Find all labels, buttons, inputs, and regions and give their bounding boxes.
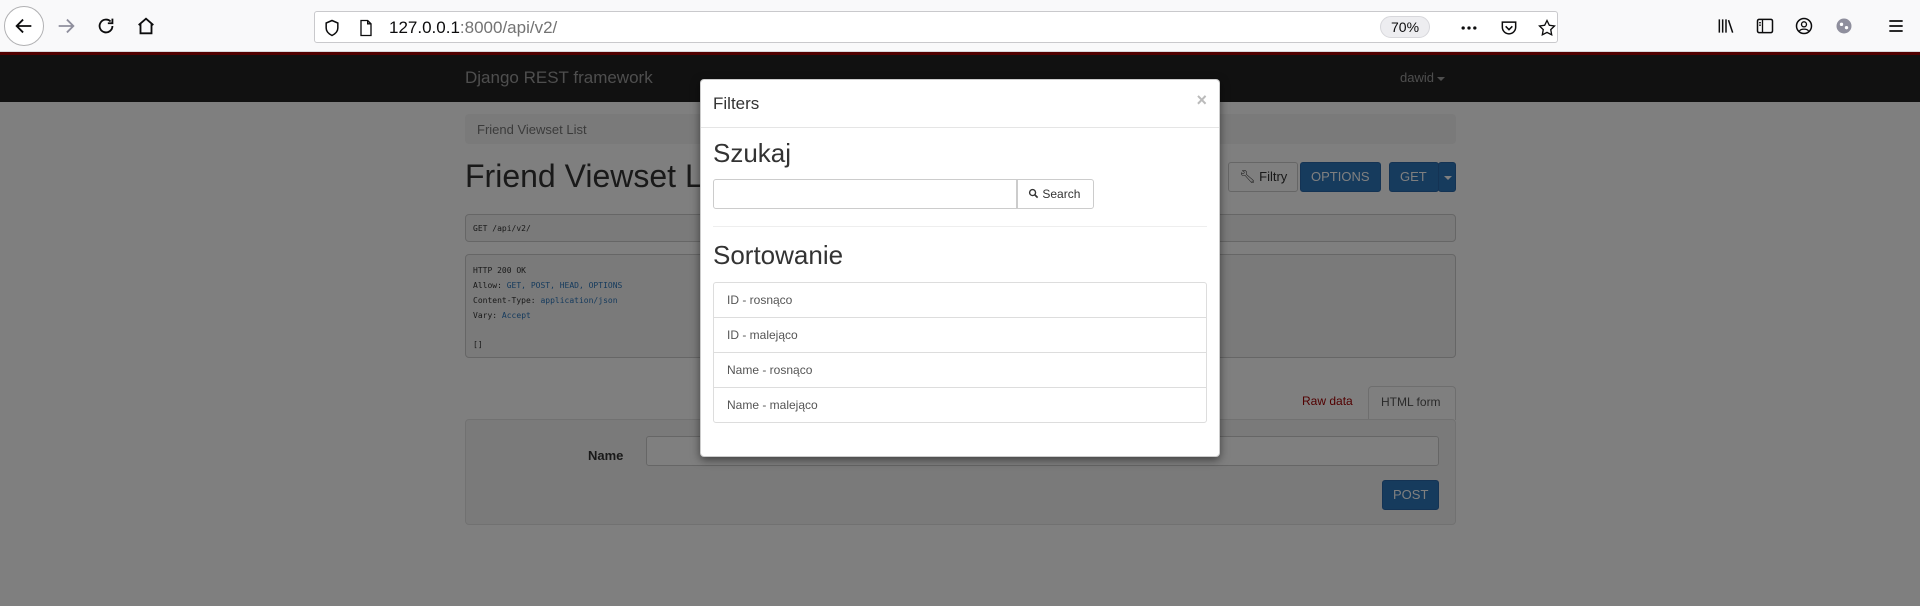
reload-icon bbox=[98, 18, 114, 34]
zoom-indicator[interactable]: 70% bbox=[1380, 16, 1431, 38]
back-button[interactable] bbox=[4, 6, 44, 46]
close-icon[interactable]: × bbox=[1196, 90, 1207, 111]
arrow-right-icon bbox=[58, 18, 75, 34]
home-button[interactable] bbox=[126, 6, 166, 46]
filters-modal: Filters × Szukaj Search Sortowanie ID - … bbox=[700, 79, 1220, 457]
forward-button[interactable] bbox=[46, 6, 86, 46]
address-bar[interactable]: 127.0.0.1:8000/api/v2/ 70% bbox=[314, 11, 1558, 43]
sidebar-icon[interactable] bbox=[1753, 14, 1777, 38]
search-button-label: Search bbox=[1042, 187, 1081, 201]
menu-icon[interactable] bbox=[1884, 14, 1908, 38]
shield-icon[interactable] bbox=[321, 17, 343, 39]
search-button[interactable]: Search bbox=[1017, 179, 1094, 209]
url-host: 127.0.0.1 bbox=[389, 18, 460, 37]
sort-option-name-desc[interactable]: Name - malejąco bbox=[713, 387, 1207, 423]
search-heading: Szukaj bbox=[713, 138, 792, 168]
library-icon[interactable] bbox=[1714, 14, 1738, 38]
search-input[interactable] bbox=[713, 179, 1017, 209]
home-icon bbox=[138, 17, 154, 35]
browser-toolbar: 127.0.0.1:8000/api/v2/ 70% bbox=[0, 0, 1920, 52]
sort-option-id-desc[interactable]: ID - malejąco bbox=[713, 317, 1207, 353]
divider bbox=[713, 226, 1207, 227]
modal-header: Filters × bbox=[701, 80, 1219, 128]
sort-option-id-asc[interactable]: ID - rosnąco bbox=[713, 282, 1207, 318]
sort-heading: Sortowanie bbox=[713, 240, 844, 270]
arrow-left-icon bbox=[15, 18, 32, 34]
extension-icon[interactable] bbox=[1832, 14, 1856, 38]
more-actions-icon[interactable] bbox=[1458, 17, 1480, 39]
pocket-icon[interactable] bbox=[1498, 17, 1520, 39]
page-icon bbox=[355, 17, 377, 39]
url-path: :8000/api/v2/ bbox=[459, 18, 558, 37]
account-icon[interactable] bbox=[1792, 14, 1816, 38]
search-icon bbox=[1028, 188, 1039, 199]
sort-option-name-asc[interactable]: Name - rosnąco bbox=[713, 352, 1207, 388]
url-text[interactable]: 127.0.0.1:8000/api/v2/ bbox=[389, 18, 557, 38]
reload-button[interactable] bbox=[86, 6, 126, 46]
modal-title: Filters bbox=[713, 94, 760, 113]
sort-options-list: ID - rosnąco ID - malejąco Name - rosnąc… bbox=[713, 282, 1207, 423]
bookmark-star-icon[interactable] bbox=[1536, 17, 1558, 39]
